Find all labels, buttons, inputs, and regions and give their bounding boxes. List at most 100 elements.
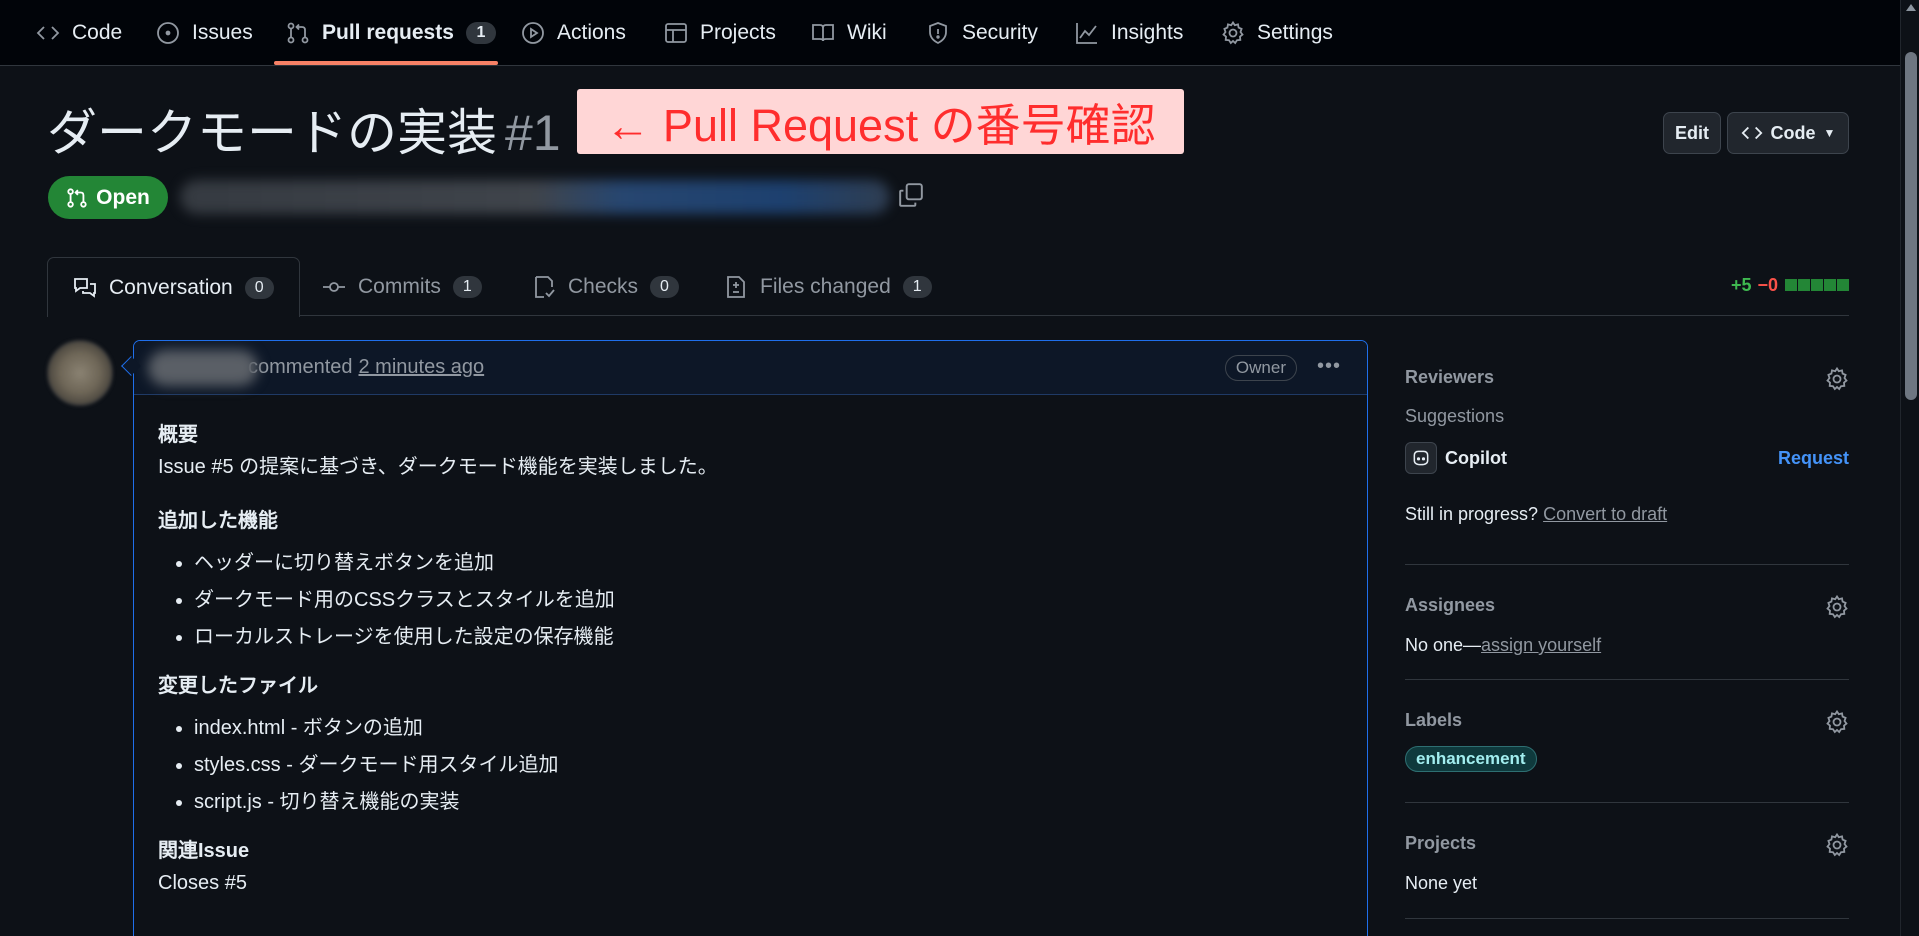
labels-gear-icon[interactable] [1825,709,1849,734]
file-diff-icon [727,275,745,298]
assignees-section: Assignees No one—assign yourself [1405,565,1849,680]
avatar[interactable] [47,340,113,406]
pr-status-label: Open [96,185,150,209]
suggested-reviewer-name: Copilot [1445,447,1507,468]
edit-button[interactable]: Edit [1663,112,1721,154]
nav-security-label: Security [962,20,1038,44]
list-item: script.js - 切り替え機能の実装 [194,784,1343,821]
pr-status-badge: Open [48,176,168,219]
comment-action: commented [248,356,353,378]
reviewers-gear-icon[interactable] [1825,366,1849,391]
diff-additions: +5 [1730,275,1752,295]
tab-files-changed-count: 1 [902,275,932,298]
list-item: ローカルストレージを使用した設定の保存機能 [194,619,1343,656]
convert-to-draft-link[interactable]: Convert to draft [1543,504,1667,524]
pull-requests-count: 1 [465,21,496,44]
nav-insights-label: Insights [1111,20,1184,44]
projects-gear-icon[interactable] [1825,832,1849,857]
nav-code[interactable]: Code [36,0,122,65]
assign-yourself-link[interactable]: assign yourself [1481,635,1601,655]
pr-title: ダークモードの実装 #1 [47,100,561,166]
nav-wiki[interactable]: Wiki [811,0,887,65]
nav-projects-label: Projects [700,20,776,44]
labels-heading[interactable]: Labels [1405,710,1462,731]
comment-header: commented 2 minutes ago Owner ••• [134,341,1367,395]
reviewers-section: Reviewers Suggestions Copilot Request St… [1405,362,1849,565]
nav-issues[interactable]: Issues [156,0,253,65]
tab-conversation-count: 0 [244,276,274,299]
caret-down-icon: ▼ [1823,126,1836,140]
code-button-label: Code [1770,122,1816,143]
files-heading: 変更したファイル [158,675,318,697]
author-name-redacted[interactable] [148,349,258,386]
nav-pull-requests-label: Pull requests [322,20,454,44]
checklist-icon [535,275,555,298]
label-enhancement[interactable]: enhancement [1405,746,1537,772]
table-icon [665,22,687,43]
tab-conversation[interactable]: Conversation 0 [47,257,300,317]
tab-checks[interactable]: Checks 0 [532,257,679,316]
page-scrollbar[interactable] [1900,0,1919,936]
shield-icon [929,21,947,44]
scroll-thumb[interactable] [1905,52,1917,400]
suggested-reviewer: Copilot [1405,442,1507,474]
graph-icon [1076,22,1097,44]
features-heading: 追加した機能 [158,510,278,532]
gear-icon [1222,20,1244,44]
branch-info-redacted [180,180,890,214]
nav-insights[interactable]: Insights [1075,0,1183,65]
tabs-divider [47,315,1849,316]
book-icon [812,23,834,41]
diff-deletions: −0 [1757,275,1778,295]
tab-commits-label: Commits [358,274,441,298]
tab-checks-label: Checks [568,274,639,298]
nav-code-label: Code [72,20,123,44]
tab-files-changed[interactable]: Files changed 1 [724,257,932,316]
labels-section: Labels enhancement [1405,680,1849,803]
list-item: styles.css - ダークモード用スタイル追加 [194,747,1343,784]
files-list: index.html - ボタンの追加 styles.css - ダークモード用… [194,710,1343,821]
annotation-callout: ← Pull Request の番号確認 [577,89,1184,154]
projects-value: None yet [1405,873,1478,893]
nav-wiki-label: Wiki [847,20,887,44]
reviewers-suggestions-label: Suggestions [1405,406,1505,426]
owner-badge: Owner [1224,355,1297,381]
related-heading: 関連Issue [158,840,250,862]
related-text: Closes #5 [158,872,247,894]
list-item: index.html - ボタンの追加 [194,710,1343,747]
code-dropdown-button[interactable]: Code ▼ [1727,112,1849,154]
list-item: ダークモード用のCSSクラスとスタイルを追加 [194,582,1343,619]
comment-discussion-icon [74,277,96,298]
projects-heading[interactable]: Projects [1405,833,1476,854]
copy-icon[interactable] [898,182,924,214]
pr-title-text: ダークモードの実装 [47,105,497,161]
tab-commits[interactable]: Commits 1 [322,257,482,316]
scroll-up-arrow[interactable] [1906,4,1916,11]
reviewers-heading[interactable]: Reviewers [1405,367,1494,388]
list-item: ヘッダーに切り替えボタンを追加 [194,545,1343,582]
assignees-none: No one— [1405,635,1482,655]
features-list: ヘッダーに切り替えボタンを追加 ダークモード用のCSSクラスとスタイルを追加 ロ… [194,545,1343,656]
commit-icon [323,281,345,292]
assignees-gear-icon[interactable] [1825,594,1849,619]
nav-pull-requests[interactable]: Pull requests 1 [286,0,496,65]
nav-projects[interactable]: Projects [664,0,776,65]
diff-bar [1784,275,1849,296]
nav-actions[interactable]: Actions [521,0,626,65]
nav-security[interactable]: Security [926,0,1038,65]
comment-timestamp[interactable]: 2 minutes ago [359,356,485,378]
assignees-heading[interactable]: Assignees [1405,595,1495,616]
play-icon [522,21,544,44]
tab-checks-count: 0 [650,275,679,298]
nav-settings[interactable]: Settings [1221,0,1333,65]
edit-button-label: Edit [1675,122,1709,143]
comment-meta: commented 2 minutes ago [248,356,484,379]
request-review-link[interactable]: Request [1778,448,1849,469]
summary-heading: 概要 [158,424,198,446]
draft-prompt: Still in progress? Convert to draft [1405,504,1667,525]
nav-settings-label: Settings [1257,20,1333,44]
assignees-value: No one—assign yourself [1405,635,1601,656]
issue-icon [157,21,179,44]
kebab-menu-icon[interactable]: ••• [1317,355,1341,378]
pr-description-comment: commented 2 minutes ago Owner ••• 概要 Issu… [133,340,1368,936]
